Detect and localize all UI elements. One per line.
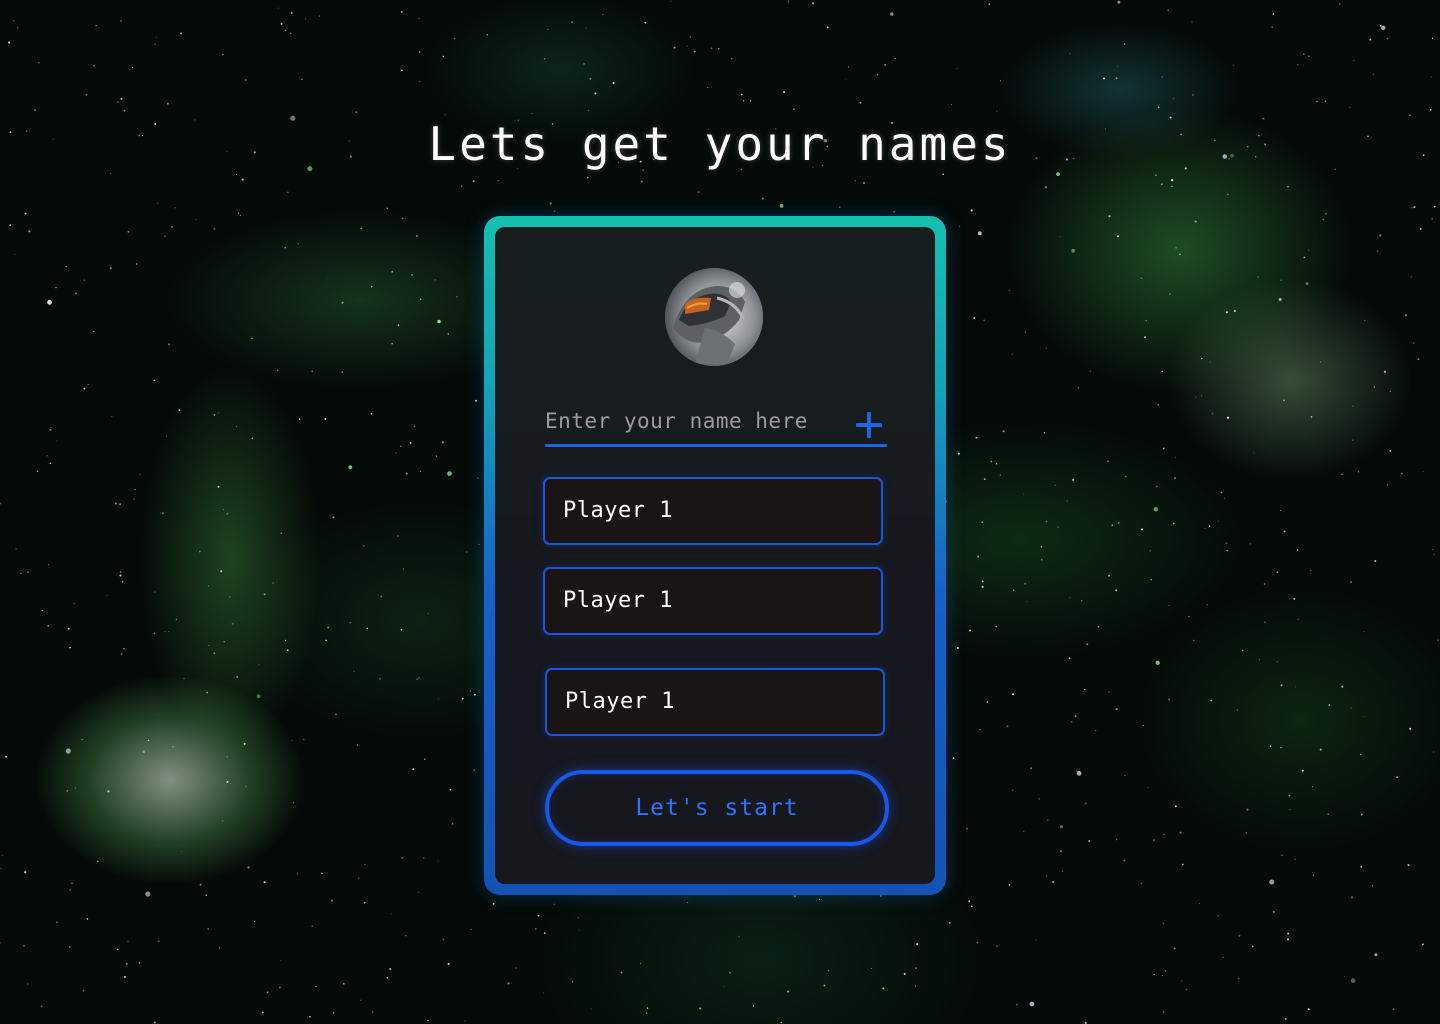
player-entry-3[interactable]: Player 1	[545, 668, 885, 736]
start-button-label: Let's start	[635, 795, 799, 821]
name-input-underline	[545, 444, 887, 447]
page-title: Lets get your names	[428, 117, 1012, 171]
helmet-avatar-icon	[665, 268, 763, 366]
player-entry-2[interactable]: Player 1	[543, 567, 883, 635]
player-name-label: Player 1	[565, 689, 675, 714]
app-root: Lets get your names Enter your name here…	[0, 0, 1440, 1024]
avatar	[665, 268, 763, 366]
start-button[interactable]: Let's start	[545, 770, 889, 846]
name-input[interactable]	[545, 405, 845, 437]
name-entry-card: Player 1 Player 1 Player 1 Let's start	[484, 216, 946, 895]
player-name-label: Player 1	[563, 498, 673, 523]
card-panel: Player 1 Player 1 Player 1 Let's start	[495, 227, 935, 884]
player-name-label: Player 1	[563, 588, 673, 613]
plus-icon	[856, 412, 882, 438]
add-player-button[interactable]	[851, 407, 887, 443]
player-entry-1[interactable]: Player 1	[543, 477, 883, 545]
